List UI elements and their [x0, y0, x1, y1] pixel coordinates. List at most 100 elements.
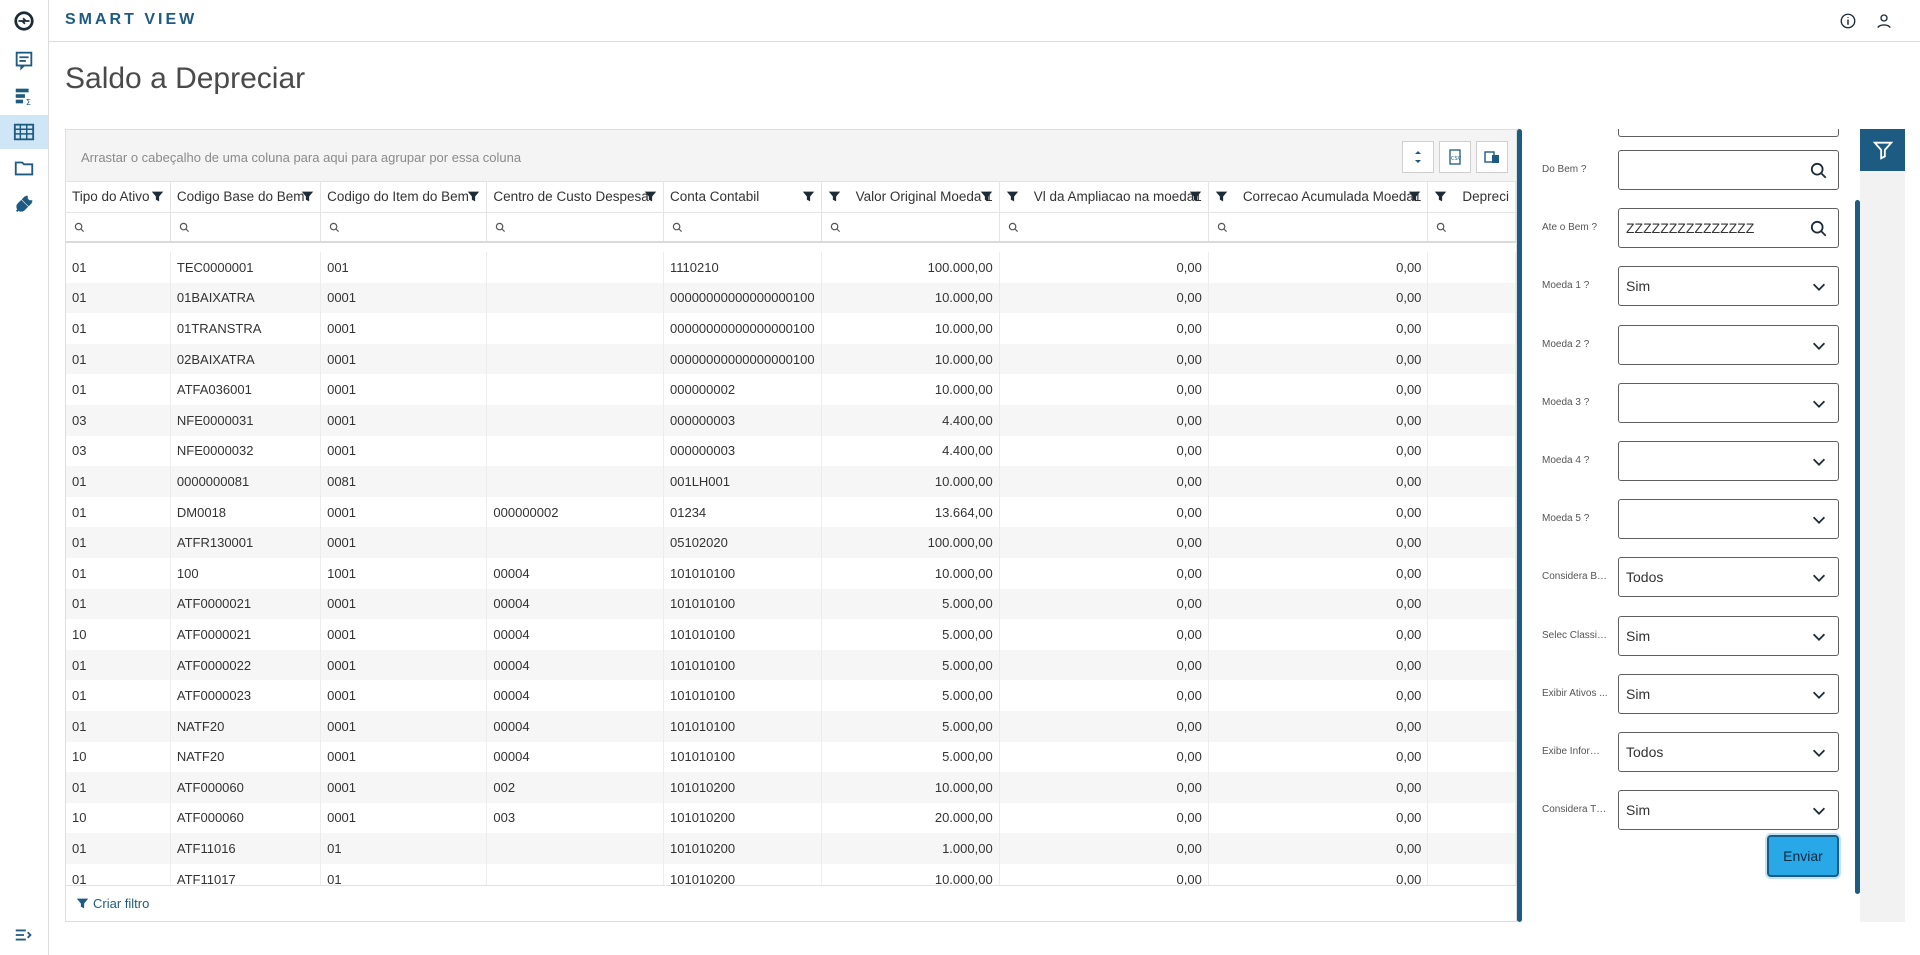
table-row[interactable]: 01 ATF11016 01 101010200 1.000,00 0,00 0,00 [66, 833, 1516, 864]
column-filter-icon[interactable] [301, 190, 314, 203]
table-cell: 0,00 [1208, 741, 1429, 773]
column-header[interactable]: Correcao Acumulada Moeda1 [1208, 182, 1429, 213]
table-cell: 0,00 [999, 680, 1209, 711]
table-row[interactable]: 01 ATFR130001 0001 05102020 100.000,00 0,00 0,… [66, 527, 1516, 558]
filter-select[interactable]: Sim [1618, 615, 1839, 656]
app-logo-icon[interactable] [0, 4, 48, 38]
column-header[interactable]: Depreci [1427, 182, 1516, 213]
toggle-filter-button[interactable] [1860, 129, 1905, 171]
column-chooser-button[interactable] [1476, 141, 1508, 173]
column-search-input[interactable] [1427, 212, 1516, 243]
group-by-area[interactable]: Arrastar o cabeçalho de uma coluna para … [66, 130, 1516, 182]
filter-select[interactable]: Todos [1618, 557, 1839, 598]
column-header-label: Depreci [1462, 189, 1509, 205]
table-row[interactable]: 01 ATF0000021 0001 00004 101010100 5.000,00 0,… [66, 588, 1516, 620]
column-filter-icon[interactable] [1189, 190, 1202, 203]
column-filter-icon[interactable] [828, 190, 841, 203]
filter-select[interactable]: Sim [1618, 266, 1839, 307]
column-filter-icon[interactable] [802, 190, 815, 203]
reports-icon[interactable] [0, 43, 48, 77]
table-row[interactable]: 01 DM0018 0001 000000002 01234 13.664,00 0,00 0… [66, 496, 1516, 528]
table-row[interactable]: 01 NATF20 0001 00004 101010100 5.000,00 0,00 0,… [66, 710, 1516, 742]
column-header[interactable]: Centro de Custo Despesa [486, 182, 664, 213]
column-header[interactable]: Conta Contabil [663, 182, 822, 213]
column-search-input[interactable] [999, 212, 1209, 243]
plug-icon[interactable] [0, 187, 48, 221]
table-row[interactable]: 03 NFE0000031 0001 000000003 4.400,00 0,00 0,0… [66, 404, 1516, 436]
filter-select[interactable] [1618, 441, 1839, 481]
column-header[interactable]: Codigo do Item do Bem [320, 182, 488, 213]
table-row[interactable]: 10 ATF0000021 0001 00004 101010100 5.000,00 0,… [66, 619, 1516, 650]
table-row[interactable]: 01 ATFA036001 0001 000000002 10.000,00 0,00 0,… [66, 374, 1516, 405]
create-filter-link[interactable]: Criar filtro [76, 896, 149, 911]
folder-icon[interactable] [0, 151, 48, 185]
column-search-input[interactable] [1208, 212, 1429, 243]
table-row[interactable]: 01 TEC0000001 001 1110210 100.000,00 0,00 0,00 [66, 252, 1516, 283]
table-row[interactable]: 01 100 1001 00004 101010100 10.000,00 0,00 0,00 [66, 557, 1516, 589]
column-search-input[interactable] [663, 212, 822, 243]
filter-search-input[interactable]: ZZZZZZZZZZZZZZZ [1618, 208, 1839, 249]
table-row[interactable]: 10 ATF000060 0001 003 101010200 20.000,00 0,00… [66, 802, 1516, 834]
search-icon [830, 222, 840, 232]
filter-select[interactable]: Sim [1618, 673, 1839, 714]
table-row[interactable]: 10 NATF20 0001 00004 101010100 5.000,00 0,00 0,… [66, 741, 1516, 773]
table-row[interactable]: 01 ATF0000023 0001 00004 101010100 5.000,00 0,… [66, 680, 1516, 711]
table-row[interactable]: 01 01TRANSTRA 0001 00000000000000000100 10.0… [66, 313, 1516, 344]
column-search-input[interactable] [821, 212, 1000, 243]
column-header[interactable]: Valor Original Moeda 1 [821, 182, 1000, 213]
table-cell: 1001 [320, 557, 488, 589]
filter-label: Exibe Informa... [1542, 746, 1608, 757]
export-csv-button[interactable]: CSV [1439, 141, 1471, 173]
search-icon[interactable] [1810, 162, 1828, 180]
filter-value: Sim [1626, 685, 1651, 702]
column-filter-icon[interactable] [1215, 190, 1228, 203]
table-row[interactable]: 03 NFE0000032 0001 000000003 4.400,00 0,00 0,0… [66, 435, 1516, 467]
info-icon[interactable] [1839, 12, 1857, 30]
table-cell: 0,00 [1208, 557, 1429, 589]
chevron-down-icon [1812, 575, 1826, 583]
user-icon[interactable] [1875, 12, 1893, 30]
table-cell: 00004 [486, 710, 664, 742]
column-filter-icon[interactable] [467, 190, 480, 203]
column-search-input[interactable] [486, 212, 664, 243]
table-cell: 0001 [320, 710, 488, 742]
column-search-input[interactable] [66, 212, 171, 243]
column-header[interactable]: Codigo Base do Bem [170, 182, 322, 213]
column-header[interactable]: Tipo do Ativo [66, 182, 171, 213]
filter-select[interactable]: Sim [1618, 790, 1839, 831]
filter-label: Considera Be... [1542, 571, 1608, 583]
column-filter-icon[interactable] [1006, 190, 1019, 203]
column-filter-icon[interactable] [151, 190, 164, 203]
filter-select[interactable] [1618, 324, 1839, 365]
column-filter-icon[interactable] [644, 190, 657, 203]
table-row[interactable]: 01 01BAIXATRA 0001 00000000000000000100 10.0… [66, 282, 1516, 314]
column-search-input[interactable] [170, 212, 322, 243]
filter-select[interactable]: Todos [1618, 732, 1839, 772]
column-filter-icon[interactable] [1434, 190, 1447, 203]
table-view-icon[interactable] [0, 115, 48, 149]
expand-menu-icon[interactable] [0, 918, 48, 952]
table-row[interactable]: 01 ATF000060 0001 002 101010200 10.000,00 0,00… [66, 772, 1516, 803]
row-height-button[interactable] [1402, 141, 1434, 173]
send-button[interactable]: Enviar [1767, 835, 1839, 877]
table-cell: 01 [66, 680, 171, 711]
column-filter-icon[interactable] [980, 190, 993, 203]
column-filter-icon[interactable] [1408, 190, 1421, 203]
table-row[interactable]: 01 02BAIXATRA 0001 00000000000000000100 10.0… [66, 343, 1516, 375]
table-row[interactable]: 01 0000000081 0081 001LH001 10.000,00 0,00 0,0… [66, 466, 1516, 497]
filter-select[interactable] [1618, 382, 1839, 423]
grid-scrollbar[interactable] [1517, 129, 1522, 922]
filter-select[interactable] [1618, 499, 1839, 540]
data-sum-icon[interactable]: Σ [0, 79, 48, 113]
table-cell: 0001 [320, 435, 488, 467]
search-icon[interactable] [1810, 220, 1828, 238]
table-row[interactable]: 01 ATF0000022 0001 00004 101010100 5.000,00 0,… [66, 649, 1516, 681]
table-cell: 0001 [320, 619, 488, 650]
table-cell: 101010100 [663, 619, 822, 650]
table-cell [1427, 557, 1516, 589]
column-header[interactable]: Vl da Ampliacao na moeda1 [999, 182, 1209, 213]
filter-search-input[interactable] [1618, 150, 1839, 190]
table-cell: NATF20 [170, 710, 322, 742]
column-search-input[interactable] [320, 212, 488, 243]
column-header-label: Vl da Ampliacao na moeda1 [1033, 189, 1202, 205]
